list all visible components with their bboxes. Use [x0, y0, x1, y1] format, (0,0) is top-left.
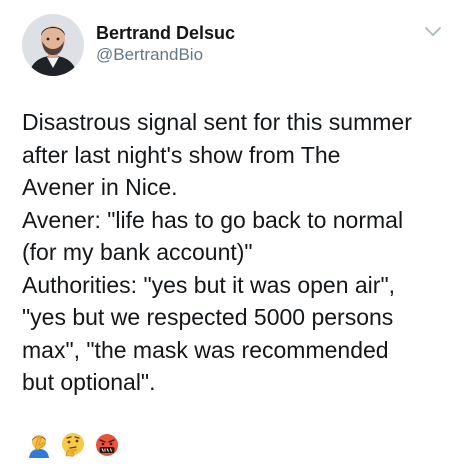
thinking-face-icon [62, 433, 84, 457]
tweet-line: after last night's show from The [22, 141, 341, 168]
tweet-card: Bertrand Delsuc @BertrandBio Disastrous … [0, 0, 464, 472]
tweet-line: "yes but we respected 5000 persons [22, 304, 394, 330]
display-name[interactable]: Bertrand Delsuc [96, 22, 235, 44]
tweet-line: max", "the mask was recommended [22, 336, 389, 363]
tweet-line: but optional". [22, 369, 156, 395]
face-with-symbols-on-mouth-icon [96, 434, 118, 456]
profile-photo [22, 14, 84, 76]
tweet-line: Avener: "life has to go back to normal [22, 206, 404, 233]
tweet-text: Disastrous signal sent for this summer a… [22, 106, 452, 399]
chevron-down-icon[interactable] [424, 26, 442, 38]
avatar[interactable] [22, 14, 84, 76]
tweet-line: Disastrous signal sent for this summer [22, 109, 412, 135]
tweet-line: (for my bank account)" [22, 239, 253, 265]
emoji-row [26, 432, 120, 458]
tweet-line: Avener in Nice. [22, 174, 178, 200]
tweet-line: Authorities: "yes but it was open air", [22, 271, 396, 298]
user-handle[interactable]: @BertrandBio [96, 44, 203, 66]
man-facepalming-icon [29, 435, 49, 458]
